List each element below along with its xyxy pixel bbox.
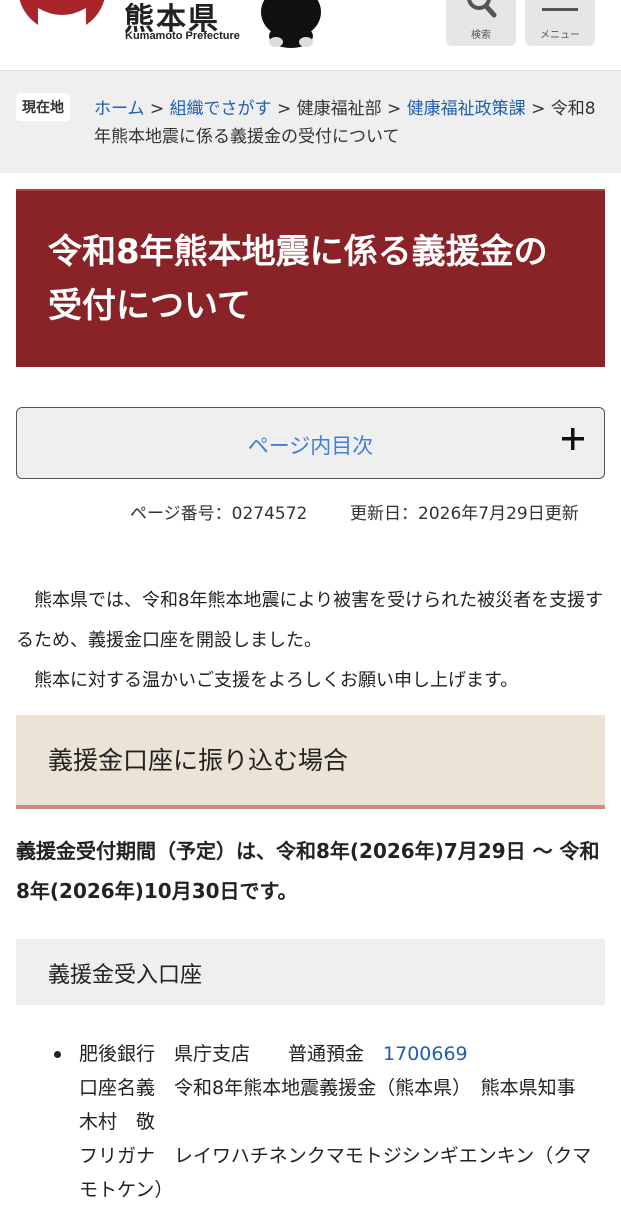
site-header: 熊本県 Kumamoto Prefecture 検索 メニュー bbox=[0, 0, 621, 70]
table-of-contents-toggle[interactable]: ページ内目次 bbox=[16, 407, 605, 479]
bank-name: 肥後銀行 県庁支店 普通預金 bbox=[79, 1043, 365, 1065]
page-number: ページ番号：0274572 bbox=[130, 504, 308, 524]
page-title: 令和8年熊本地震に係る義援金の受付について bbox=[48, 232, 548, 326]
intro-paragraph-1: 熊本県では、令和8年熊本地震により被害を受けられた被災者を支援するため、義援金口… bbox=[16, 590, 604, 651]
breadcrumb-organization-link[interactable]: 組織でさがす bbox=[170, 99, 272, 119]
account-details: 肥後銀行 県庁支店 普通預金 1700669 口座名義 令和8年熊本地震義援金（… bbox=[79, 1037, 605, 1207]
breadcrumb-policy-division-link[interactable]: 健康福祉政策課 bbox=[407, 99, 526, 119]
breadcrumb-separator: > bbox=[531, 99, 546, 119]
breadcrumb-separator: > bbox=[149, 99, 165, 119]
bank-line: 肥後銀行 県庁支店 普通預金 1700669 bbox=[79, 1037, 605, 1071]
kumamon-mascot-icon bbox=[261, 0, 321, 48]
hamburger-icon bbox=[542, 8, 578, 11]
search-button[interactable]: 検索 bbox=[446, 0, 516, 46]
intro-text: 熊本県では、令和8年熊本地震により被害を受けられた被災者を支援するため、義援金口… bbox=[16, 581, 605, 701]
breadcrumb: 現在地 ホーム > 組織でさがす > 健康福祉部 > 健康福祉政策課 > 令和8… bbox=[0, 70, 621, 173]
account-number: 1700669 bbox=[383, 1043, 468, 1065]
current-location-badge: 現在地 bbox=[16, 93, 70, 121]
account-holder: 口座名義 令和8年熊本地震義援金（熊本県） 熊本県知事 木村 敬 bbox=[79, 1077, 595, 1133]
account-list-item: 肥後銀行 県庁支店 普通預金 1700669 口座名義 令和8年熊本地震義援金（… bbox=[16, 1037, 605, 1207]
site-title-english: Kumamoto Prefecture bbox=[125, 30, 240, 42]
updated-date: 更新日：2026年7月29日更新 bbox=[350, 504, 579, 524]
acceptance-period: 義援金受付期間（予定）は、令和8年(2026年)7月29日 ～ 令和8年(202… bbox=[16, 839, 600, 903]
search-button-label: 検索 bbox=[471, 30, 491, 41]
subsection-heading: 義援金受入口座 bbox=[16, 939, 605, 1005]
page-title-banner: 令和8年熊本地震に係る義援金の受付について bbox=[16, 189, 605, 367]
section-heading-text: 義援金口座に振り込む場合 bbox=[48, 746, 349, 775]
page-meta: ページ番号：0274572 更新日：2026年7月29日更新 bbox=[0, 499, 621, 529]
intro-paragraph-2: 熊本に対する温かいご支援をよろしくお願い申し上げます。 bbox=[34, 670, 519, 691]
breadcrumb-home-link[interactable]: ホーム bbox=[94, 99, 145, 119]
breadcrumb-trail: ホーム > 組織でさがす > 健康福祉部 > 健康福祉政策課 > 令和8年熊本地… bbox=[94, 95, 599, 151]
menu-button[interactable]: メニュー bbox=[525, 0, 595, 46]
menu-button-label: メニュー bbox=[540, 30, 580, 41]
toc-label: ページ内目次 bbox=[247, 434, 374, 458]
breadcrumb-separator: > bbox=[276, 99, 292, 119]
prefecture-logo-icon[interactable] bbox=[18, 0, 106, 40]
plus-icon bbox=[562, 428, 584, 450]
section-heading: 義援金口座に振り込む場合 bbox=[16, 715, 605, 809]
breadcrumb-separator: > bbox=[387, 99, 402, 119]
search-icon bbox=[467, 0, 497, 18]
subsection-heading-text: 義援金受入口座 bbox=[48, 963, 203, 988]
account-furigana: フリガナ レイワハチネンクマモトジシンギエンキン（クマモトケン） bbox=[79, 1145, 592, 1201]
breadcrumb-health-welfare-dept: 健康福祉部 bbox=[296, 99, 382, 119]
bullet-icon bbox=[54, 1051, 61, 1058]
